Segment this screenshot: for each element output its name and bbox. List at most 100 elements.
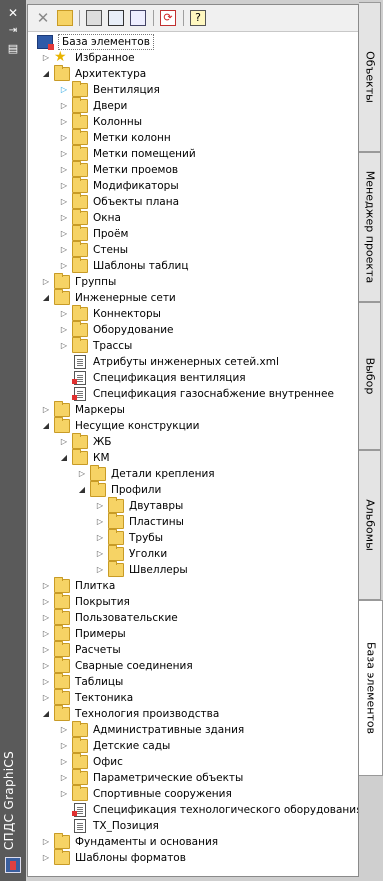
expand-arrow-icon[interactable]: ▷ [41,53,51,63]
tab-1[interactable]: Менеджер проекта [359,152,381,302]
expand-arrow-icon[interactable]: ▷ [59,789,69,799]
collapse-arrow-icon[interactable]: ◢ [59,453,69,463]
expand-arrow-icon[interactable]: ▷ [59,85,69,95]
expand-arrow-icon[interactable]: ▷ [59,149,69,159]
tree-item[interactable]: ▷ Швеллеры [28,561,358,578]
collapse-arrow-icon[interactable]: ◢ [77,485,87,495]
expand-arrow-icon[interactable]: ▷ [59,197,69,207]
collapse-arrow-icon[interactable]: ◢ [41,69,51,79]
expand-arrow-icon[interactable]: ▷ [95,533,105,543]
expand-arrow-icon[interactable]: ▷ [59,309,69,319]
auto-hide-icon[interactable]: ⇥ [5,24,21,38]
tree-item[interactable]: ▷ Таблицы [28,673,358,690]
tree-item[interactable]: ◢ Инженерные сети [28,289,358,306]
tree-item[interactable]: ▷ Двутавры [28,497,358,514]
expand-arrow-icon[interactable]: ▷ [59,181,69,191]
expand-arrow-icon[interactable]: ▷ [41,581,51,591]
tree-item[interactable]: Спецификация технологического оборудован… [28,802,358,818]
expand-arrow-icon[interactable]: ▷ [41,277,51,287]
expand-arrow-icon[interactable]: ▷ [59,117,69,127]
tree-item[interactable]: ▷ Модификаторы [28,177,358,194]
tree-item[interactable]: ▷ Маркеры [28,401,358,418]
expand-arrow-icon[interactable]: ▷ [59,133,69,143]
tree-item[interactable]: ◢ Технология производства [28,705,358,722]
expand-arrow-icon[interactable]: ▷ [59,773,69,783]
tree-item[interactable]: ▷ Детские сады [28,737,358,754]
tree-item[interactable]: ТХ_Позиция [28,818,358,834]
tree-item[interactable]: ▷ Метки проемов [28,161,358,178]
tree-item[interactable]: ▷ Трассы [28,337,358,354]
tab-0[interactable]: Объекты [359,2,381,152]
expand-arrow-icon[interactable]: ▷ [59,245,69,255]
tree-item[interactable]: ▷ Колонны [28,113,358,130]
expand-arrow-icon[interactable]: ▷ [95,517,105,527]
tree-item[interactable]: ▷ Стены [28,241,358,258]
collapse-arrow-icon[interactable]: ◢ [41,293,51,303]
expand-arrow-icon[interactable]: ▷ [59,229,69,239]
expand-arrow-icon[interactable]: ▷ [59,261,69,271]
tree-item[interactable]: ▷ Вентиляция [28,81,358,98]
tree-item[interactable]: ▷ Коннекторы [28,305,358,322]
expand-arrow-icon[interactable]: ▷ [59,437,69,447]
tree-item[interactable]: ▷ ★ Избранное [28,50,358,66]
tree-item[interactable]: ▷ Проём [28,225,358,242]
expand-arrow-icon[interactable]: ▷ [59,341,69,351]
tree-item[interactable]: Спецификация вентиляция [28,370,358,386]
expand-arrow-icon[interactable]: ▷ [59,757,69,767]
close-icon[interactable]: ✕ [5,6,21,20]
tree-item[interactable]: ▷ Офис [28,753,358,770]
tree-item[interactable]: ◢ Профили [28,481,358,498]
tree-item[interactable]: ▷ Плитка [28,577,358,594]
tree-item[interactable]: ▷ ЖБ [28,433,358,450]
tree-item[interactable]: ▷ Метки помещений [28,145,358,162]
expand-arrow-icon[interactable]: ▷ [59,741,69,751]
tree-root[interactable]: База элементов [28,34,358,50]
tree-item[interactable]: ▷ Фундаменты и основания [28,833,358,850]
tree-item[interactable]: ▷ Метки колонн [28,129,358,146]
expand-arrow-icon[interactable]: ▷ [59,165,69,175]
refresh-icon[interactable]: ⟳ [160,10,176,26]
tree-item[interactable]: ▷ Группы [28,273,358,290]
collapse-arrow-icon[interactable]: ◢ [41,421,51,431]
tree-item[interactable]: ▷ Тектоника [28,689,358,706]
tree-item[interactable]: ▷ Пользовательские [28,609,358,626]
tree-item[interactable]: ▷ Покрытия [28,593,358,610]
tree-item[interactable]: ▷ Окна [28,209,358,226]
tree-item[interactable]: ▷ Трубы [28,529,358,546]
expand-arrow-icon[interactable]: ▷ [59,101,69,111]
expand-arrow-icon[interactable]: ▷ [41,837,51,847]
expand-arrow-icon[interactable]: ▷ [41,693,51,703]
tab-4[interactable]: База элементов [359,600,383,776]
tree-item[interactable]: ◢ Архитектура [28,65,358,82]
expand-arrow-icon[interactable]: ▷ [41,405,51,415]
tree-item[interactable]: ▷ Параметрические объекты [28,769,358,786]
copy-icon[interactable] [86,10,102,26]
tab-3[interactable]: Альбомы [359,450,381,600]
tree-item[interactable]: ▷ Детали крепления [28,465,358,482]
expand-arrow-icon[interactable]: ▷ [59,213,69,223]
expand-arrow-icon[interactable]: ▷ [59,725,69,735]
tree-item[interactable]: Спецификация газоснабжение внутреннее [28,386,358,402]
tree-item[interactable]: ◢ Несущие конструкции [28,417,358,434]
expand-arrow-icon[interactable]: ▷ [41,661,51,671]
tree-item[interactable]: ▷ Административные здания [28,721,358,738]
tree-item[interactable]: ▷ Расчеты [28,641,358,658]
expand-arrow-icon[interactable]: ▷ [95,565,105,575]
tree-item[interactable]: ▷ Шаблоны форматов [28,849,358,866]
tree-item[interactable]: ▷ Шаблоны таблиц [28,257,358,274]
tree-item[interactable]: ▷ Пластины [28,513,358,530]
tree-item[interactable]: ▷ Примеры [28,625,358,642]
properties-icon[interactable]: ▤ [5,42,21,56]
expand-arrow-icon[interactable]: ▷ [77,469,87,479]
tree-item[interactable]: ▷ Объекты плана [28,193,358,210]
collapse-arrow-icon[interactable]: ◢ [41,709,51,719]
tree-item[interactable]: ◢ КМ [28,449,358,466]
tree-item[interactable]: ▷ Двери [28,97,358,114]
tab-2[interactable]: Выбор [359,302,381,450]
expand-arrow-icon[interactable]: ▷ [41,629,51,639]
expand-arrow-icon[interactable]: ▷ [41,597,51,607]
expand-arrow-icon[interactable]: ▷ [41,677,51,687]
tree-item[interactable]: ▷ Уголки [28,545,358,562]
expand-arrow-icon[interactable]: ▷ [41,853,51,863]
expand-arrow-icon[interactable]: ▷ [95,549,105,559]
